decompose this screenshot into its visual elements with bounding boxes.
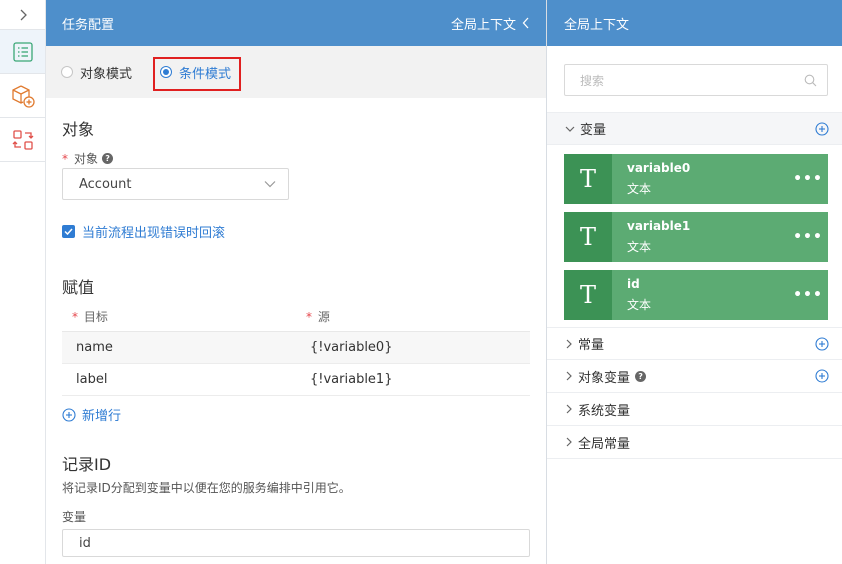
rail-add-object[interactable]	[0, 74, 45, 118]
col-target: 目标	[83, 310, 108, 324]
add-circle-icon[interactable]	[815, 369, 829, 383]
variable-name: variable1	[627, 219, 691, 233]
table-row[interactable]: label {!variable1}	[62, 364, 530, 396]
group-object-variables[interactable]: 对象变量 ?	[547, 360, 842, 393]
chevron-right-icon	[566, 404, 572, 414]
highlight-box	[153, 57, 241, 91]
variable-card[interactable]: T variable1 文本 •••	[564, 212, 828, 262]
search-icon	[804, 74, 817, 86]
group-label: 变量	[580, 123, 607, 138]
chevron-right-icon	[566, 371, 572, 381]
text-type-icon: T	[564, 154, 612, 204]
record-section-title: 记录ID	[62, 455, 112, 474]
add-row-button[interactable]: 新增行	[62, 405, 121, 424]
search-input[interactable]: 搜索	[564, 64, 828, 96]
plus-circle-icon	[62, 407, 76, 422]
table-row[interactable]: name {!variable0}	[62, 332, 530, 364]
list-icon	[12, 41, 33, 62]
variable-name: id	[627, 277, 640, 291]
checkmark-icon	[64, 228, 73, 235]
more-icon[interactable]: •••	[788, 171, 828, 187]
search-placeholder: 搜索	[580, 73, 605, 88]
assign-table: * 目标 * 源 name {!variable0} label {!varia…	[62, 302, 530, 396]
object-select[interactable]: Account	[62, 168, 289, 200]
cell-target[interactable]: label	[62, 372, 296, 387]
group-constants[interactable]: 常量	[547, 327, 842, 360]
record-description: 将记录ID分配到变量中以便在您的服务编排中引用它。	[62, 481, 351, 495]
group-label: 全局常量	[578, 436, 631, 452]
variable-input[interactable]: id	[62, 529, 530, 557]
cell-target[interactable]: name	[62, 340, 296, 355]
variable-name: variable0	[627, 161, 691, 175]
radio-label: 对象模式	[80, 66, 133, 82]
group-system-variables[interactable]: 系统变量	[547, 393, 842, 426]
cell-source[interactable]: {!variable0}	[296, 340, 530, 355]
global-context-header: 全局上下文	[547, 0, 842, 46]
more-icon[interactable]: •••	[788, 287, 828, 303]
global-context-panel: 全局上下文 搜索 变量 T variable0 文本 ••• T variabl…	[546, 0, 842, 564]
chevron-left-icon	[522, 17, 529, 29]
group-label: 对象变量	[578, 370, 631, 386]
help-icon[interactable]: ?	[635, 370, 647, 382]
global-context-toggle[interactable]: 全局上下文	[451, 14, 530, 33]
chevron-right-icon	[20, 9, 27, 20]
group-label: 系统变量	[578, 403, 631, 419]
radio-object-mode[interactable]: 对象模式	[61, 46, 132, 98]
table-header: * 目标 * 源	[62, 302, 530, 332]
checkbox-checked	[62, 225, 75, 238]
swap-icon	[12, 129, 33, 150]
text-type-icon: T	[564, 270, 612, 320]
collapse-toggle[interactable]	[0, 0, 45, 30]
radio-dot	[61, 66, 73, 78]
add-row-label: 新增行	[82, 409, 122, 424]
text-type-icon: T	[564, 212, 612, 262]
group-label: 常量	[578, 338, 605, 353]
variable-field-label: 变量	[62, 510, 87, 524]
chevron-down-icon	[565, 126, 575, 132]
assign-section-title: 赋值	[62, 278, 95, 297]
variable-card[interactable]: T id 文本 •••	[564, 270, 828, 320]
variable-card[interactable]: T variable0 文本 •••	[564, 154, 828, 204]
variable-type: 文本	[627, 240, 652, 254]
variable-type: 文本	[627, 182, 652, 196]
object-field-label: * 对象 ?	[62, 150, 114, 167]
variable-type: 文本	[627, 298, 652, 312]
object-section-title: 对象	[62, 120, 95, 139]
left-rail	[0, 0, 46, 564]
group-variables[interactable]: 变量	[547, 112, 842, 145]
cell-source[interactable]: {!variable1}	[296, 372, 530, 387]
object-select-value: Account	[79, 176, 132, 192]
add-circle-icon[interactable]	[815, 336, 829, 351]
cube-add-icon	[11, 84, 35, 108]
rail-swap[interactable]	[0, 118, 45, 162]
mode-selector: 对象模式 条件模式	[46, 46, 546, 98]
chevron-right-icon	[566, 339, 572, 348]
col-source: 源	[317, 310, 330, 324]
more-icon[interactable]: •••	[788, 229, 828, 245]
add-circle-icon[interactable]	[815, 121, 829, 136]
rollback-label: 当前流程出现错误时回滚	[82, 226, 226, 241]
global-context-label: 全局上下文	[450, 17, 516, 33]
task-config-header: 任务配置 全局上下文	[46, 0, 546, 46]
group-global-constants[interactable]: 全局常量	[547, 426, 842, 459]
help-icon[interactable]: ?	[102, 153, 114, 164]
chevron-right-icon	[566, 437, 572, 447]
chevron-down-icon	[264, 181, 276, 188]
rollback-checkbox[interactable]: 当前流程出现错误时回滚	[62, 222, 225, 241]
task-config-panel: 任务配置 全局上下文 对象模式 条件模式 对象 * 对象 ? Account 当…	[46, 0, 546, 564]
page-title: 任务配置	[62, 17, 115, 33]
rail-task-config[interactable]	[0, 30, 45, 74]
